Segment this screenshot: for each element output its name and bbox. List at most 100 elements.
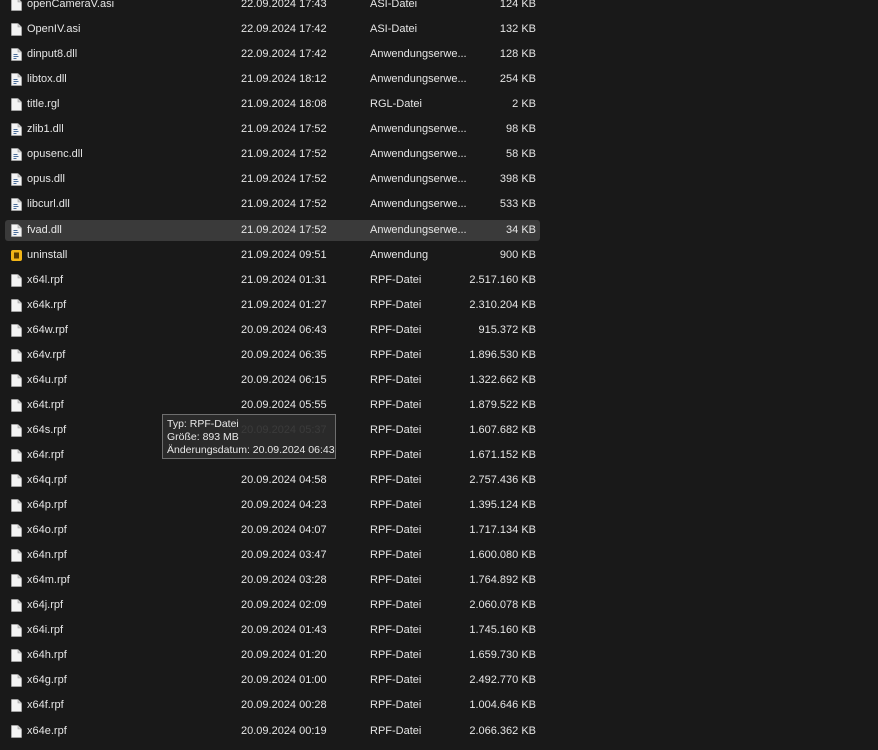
file-size: 1.600.080 KB	[469, 549, 536, 562]
file-icon	[11, 699, 22, 713]
file-icon	[11, 424, 22, 437]
file-icon	[11, 549, 22, 562]
file-row[interactable]: x64n.rpf 20.09.2024 03:47 RPF-Datei 1.600.0…	[5, 545, 540, 566]
file-date: 20.09.2024 03:47	[241, 549, 327, 562]
file-row[interactable]: x64f.rpf 20.09.2024 00:28 RPF-Datei 1.004.6…	[5, 695, 540, 716]
file-type: RPF-Datei	[370, 674, 422, 687]
file-row[interactable]: OpenIV.asi 22.09.2024 17:42 ASI-Datei 132 K…	[5, 19, 540, 40]
file-name: x64u.rpf	[27, 373, 67, 386]
file-date: 20.09.2024 00:19	[241, 724, 327, 737]
file-row[interactable]: x64e.rpf 20.09.2024 00:19 RPF-Datei 2.066.3…	[5, 721, 540, 742]
file-size: 128 KB	[499, 48, 536, 61]
file-type: RPF-Datei	[370, 599, 422, 612]
file-row[interactable]: x64q.rpf 20.09.2024 04:58 RPF-Datei 2.757.4…	[5, 470, 540, 491]
file-type: ASI-Datei	[370, 0, 418, 10]
file-name: x64t.rpf	[27, 398, 64, 411]
file-name: uninstall	[27, 248, 68, 261]
file-row[interactable]: zlib1.dll 21.09.2024 17:52 Anwendungserwe.…	[5, 119, 540, 140]
file-row[interactable]: uninstall 21.09.2024 09:51 Anwendung 900 KB	[5, 245, 540, 266]
file-type: Anwendungserwe...	[370, 73, 467, 86]
file-name: dinput8.dll	[27, 48, 78, 61]
file-type: RPF-Datei	[370, 473, 422, 486]
file-type: RPF-Datei	[370, 448, 422, 461]
file-row[interactable]: libtox.dll 21.09.2024 18:12 Anwendungserwe…	[5, 69, 540, 90]
file-date: 20.09.2024 01:00	[241, 674, 327, 687]
file-row[interactable]: x64v.rpf 20.09.2024 06:35 RPF-Datei 1.896.5…	[5, 345, 540, 366]
tooltip-size: Größe: 893 MB	[167, 431, 239, 443]
file-row[interactable]: x64l.rpf 21.09.2024 01:31 RPF-Datei 2.517.1…	[5, 270, 540, 291]
file-date: 20.09.2024 05:55	[241, 398, 327, 411]
file-icon	[11, 674, 22, 688]
file-name: x64m.rpf	[27, 574, 70, 587]
file-row[interactable]: libcurl.dll 21.09.2024 17:52 Anwendungserw…	[5, 194, 540, 215]
file-row[interactable]: x64p.rpf 20.09.2024 04:23 RPF-Datei 1.395.1…	[5, 495, 540, 516]
file-row[interactable]: x64j.rpf 20.09.2024 02:09 RPF-Datei 2.060.0…	[5, 595, 540, 616]
file-type: RPF-Datei	[370, 724, 422, 737]
file-date: 20.09.2024 03:28	[241, 574, 327, 587]
file-name: x64s.rpf	[27, 423, 67, 436]
file-row[interactable]: openCameraV.asi 22.09.2024 17:43 ASI-Datei…	[5, 0, 540, 15]
file-row[interactable]: x64h.rpf 20.09.2024 01:20 RPF-Datei 1.659.7…	[5, 645, 540, 666]
dll-icon	[11, 198, 22, 212]
file-icon	[11, 98, 22, 111]
file-icon	[11, 449, 22, 462]
file-name: x64l.rpf	[27, 273, 64, 286]
file-size: 1.004.646 KB	[469, 699, 536, 712]
file-date: 20.09.2024 02:09	[241, 599, 327, 612]
file-name: x64h.rpf	[27, 649, 67, 662]
file-name: x64e.rpf	[27, 724, 67, 737]
file-row[interactable]: title.rgl 21.09.2024 18:08 RGL-Datei 2 KB	[5, 94, 540, 115]
file-size: 2.492.770 KB	[469, 674, 536, 687]
file-type: RPF-Datei	[370, 499, 422, 511]
file-name: opusenc.dll	[27, 148, 83, 161]
dll-icon	[11, 48, 22, 61]
file-row[interactable]: x64k.rpf 21.09.2024 01:27 RPF-Datei 2.310.2…	[5, 295, 540, 316]
file-row[interactable]: opus.dll 21.09.2024 17:52 Anwendungserwe..…	[5, 169, 540, 190]
file-icon	[11, 649, 22, 663]
file-row[interactable]: dinput8.dll 22.09.2024 17:42 Anwendungserw…	[5, 44, 540, 65]
file-date: 21.09.2024 17:52	[241, 198, 327, 211]
file-icon	[11, 724, 22, 738]
file-type: Anwendungserwe...	[370, 148, 467, 161]
file-date: 20.09.2024 01:43	[241, 624, 327, 637]
file-name: x64f.rpf	[27, 699, 64, 712]
dll-icon	[11, 148, 22, 162]
file-size: 1.671.152 KB	[469, 448, 536, 461]
file-date: 22.09.2024 17:43	[241, 0, 327, 10]
file-name: OpenIV.asi	[27, 23, 81, 36]
file-type: Anwendungserwe...	[370, 48, 467, 61]
file-row[interactable]: fvad.dll 21.09.2024 17:52 Anwendungserwe..…	[5, 219, 540, 241]
file-row[interactable]: x64i.rpf 20.09.2024 01:43 RPF-Datei 1.745.1…	[5, 620, 540, 641]
file-date: 20.09.2024 06:35	[241, 348, 327, 361]
file-row[interactable]: x64w.rpf 20.09.2024 06:43 RPF-Datei 915.372…	[5, 320, 540, 341]
file-size: 254 KB	[499, 73, 536, 86]
file-icon	[11, 574, 22, 587]
file-row[interactable]: x64m.rpf 20.09.2024 03:28 RPF-Datei 1.764.8…	[5, 570, 540, 591]
file-date: 20.09.2024 00:28	[241, 699, 327, 712]
file-name: zlib1.dll	[27, 123, 64, 136]
file-name: opus.dll	[27, 173, 65, 186]
file-name: x64j.rpf	[27, 599, 64, 612]
file-icon	[11, 624, 22, 638]
file-date: 20.09.2024 06:15	[241, 373, 327, 386]
file-icon	[11, 348, 22, 362]
file-name: x64r.rpf	[27, 448, 64, 461]
file-size: 2 KB	[512, 98, 536, 111]
file-row[interactable]: x64g.rpf 20.09.2024 01:00 RPF-Datei 2.492.7…	[5, 670, 540, 691]
file-size: 2.517.160 KB	[469, 273, 536, 286]
dll-icon	[11, 73, 22, 86]
file-row[interactable]: x64o.rpf 20.09.2024 04:07 RPF-Datei 1.717.1…	[5, 520, 540, 541]
file-size: 1.659.730 KB	[469, 649, 536, 662]
file-row[interactable]: x64t.rpf 20.09.2024 05:55 RPF-Datei 1.879.5…	[5, 395, 540, 416]
file-size: 915.372 KB	[478, 323, 537, 336]
file-row[interactable]: x64u.rpf 20.09.2024 06:15 RPF-Datei 1.322.6…	[5, 370, 540, 391]
file-name: fvad.dll	[27, 223, 62, 236]
file-type: RPF-Datei	[370, 649, 422, 662]
file-size: 2.310.204 KB	[469, 298, 536, 311]
file-row[interactable]: opusenc.dll 21.09.2024 17:52 Anwendungserw…	[5, 144, 540, 165]
file-size: 1.896.530 KB	[469, 348, 536, 361]
file-name: x64k.rpf	[27, 298, 67, 311]
file-name: title.rgl	[27, 98, 60, 111]
file-size: 1.395.124 KB	[469, 499, 536, 511]
file-icon	[11, 273, 22, 287]
